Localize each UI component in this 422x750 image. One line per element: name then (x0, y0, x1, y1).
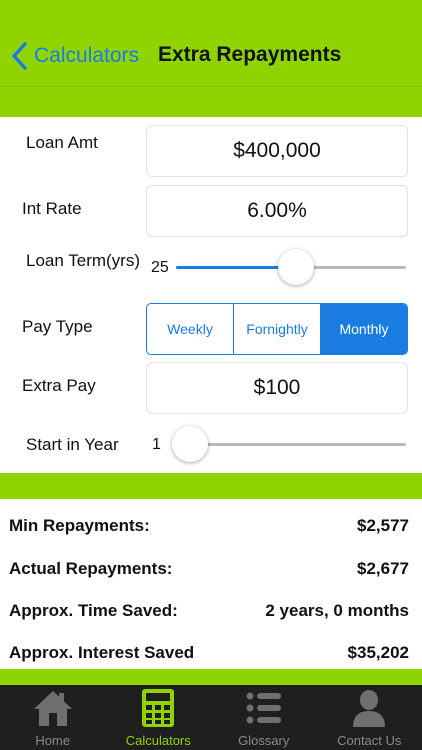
start-year-slider-thumb[interactable] (172, 426, 208, 462)
loan-amount-label: Loan Amt (26, 133, 98, 152)
pay-type-segmented-control: Weekly Fornightly Monthly (146, 303, 408, 355)
loan-amount-input[interactable]: $400,000 (146, 125, 408, 177)
back-button[interactable]: Calculators (10, 40, 139, 72)
start-year-slider-track[interactable] (176, 443, 406, 446)
tab-label: Home (35, 733, 71, 748)
interest-rate-label: Int Rate (22, 199, 82, 218)
extra-pay-label: Extra Pay (22, 376, 96, 395)
tab-home[interactable]: Home (0, 685, 106, 750)
extra-pay-input[interactable]: $100 (146, 362, 408, 414)
result-label: Approx. Time Saved: (9, 601, 178, 620)
result-label: Actual Repayments: (9, 559, 173, 578)
tab-contact-us[interactable]: Contact Us (317, 685, 422, 750)
list-icon (243, 687, 285, 729)
tab-label: Glossary (238, 733, 290, 748)
back-button-label: Calculators (34, 44, 140, 67)
interest-rate-input[interactable]: 6.00% (146, 185, 408, 237)
loan-term-value: 25 (151, 259, 169, 276)
result-value: 2 years, 0 months (265, 601, 409, 620)
page-title: Extra Repayments (158, 43, 342, 66)
tab-label: Contact Us (337, 733, 402, 748)
start-year-label: Start in Year (26, 435, 119, 454)
loan-term-slider-thumb[interactable] (277, 249, 314, 285)
result-min-repayments: Min Repayments: $2,577 (9, 514, 409, 538)
calculator-icon (137, 687, 179, 729)
tab-calculators[interactable]: Calculators (106, 685, 212, 750)
result-actual-repayments: Actual Repayments: $2,677 (9, 557, 409, 581)
tab-label: Calculators (125, 733, 191, 748)
result-time-saved: Approx. Time Saved: 2 years, 0 months (9, 599, 409, 623)
pay-type-fortnightly[interactable]: Fornightly (234, 304, 321, 354)
result-value: $35,202 (347, 643, 409, 662)
pay-type-monthly[interactable]: Monthly (321, 304, 407, 354)
tab-bar: Home Calculators Glossary Contact Us (0, 685, 422, 750)
pay-type-label: Pay Type (22, 317, 93, 336)
results-panel: Min Repayments: $2,577 Actual Repayments… (0, 499, 422, 669)
result-value: $2,577 (357, 516, 409, 535)
navigation-bar: Calculators Extra Repayments (0, 0, 422, 86)
loan-term-label: Loan Term(yrs) (26, 251, 140, 270)
pay-type-weekly[interactable]: Weekly (147, 304, 234, 354)
tab-glossary[interactable]: Glossary (211, 685, 317, 750)
result-interest-saved: Approx. Interest Saved $35,202 (9, 641, 409, 665)
input-form: Loan Amt $400,000 Int Rate 6.00% Loan Te… (0, 117, 422, 473)
person-icon (348, 687, 390, 729)
footer-band (0, 669, 422, 685)
result-value: $2,677 (357, 559, 409, 578)
result-label: Approx. Interest Saved (9, 643, 195, 662)
start-year-value: 1 (152, 436, 161, 453)
chevron-left-icon (12, 42, 27, 70)
results-separator-band (0, 473, 422, 499)
header-band (0, 87, 422, 117)
result-label: Min Repayments: (9, 516, 150, 535)
home-icon (32, 687, 74, 729)
